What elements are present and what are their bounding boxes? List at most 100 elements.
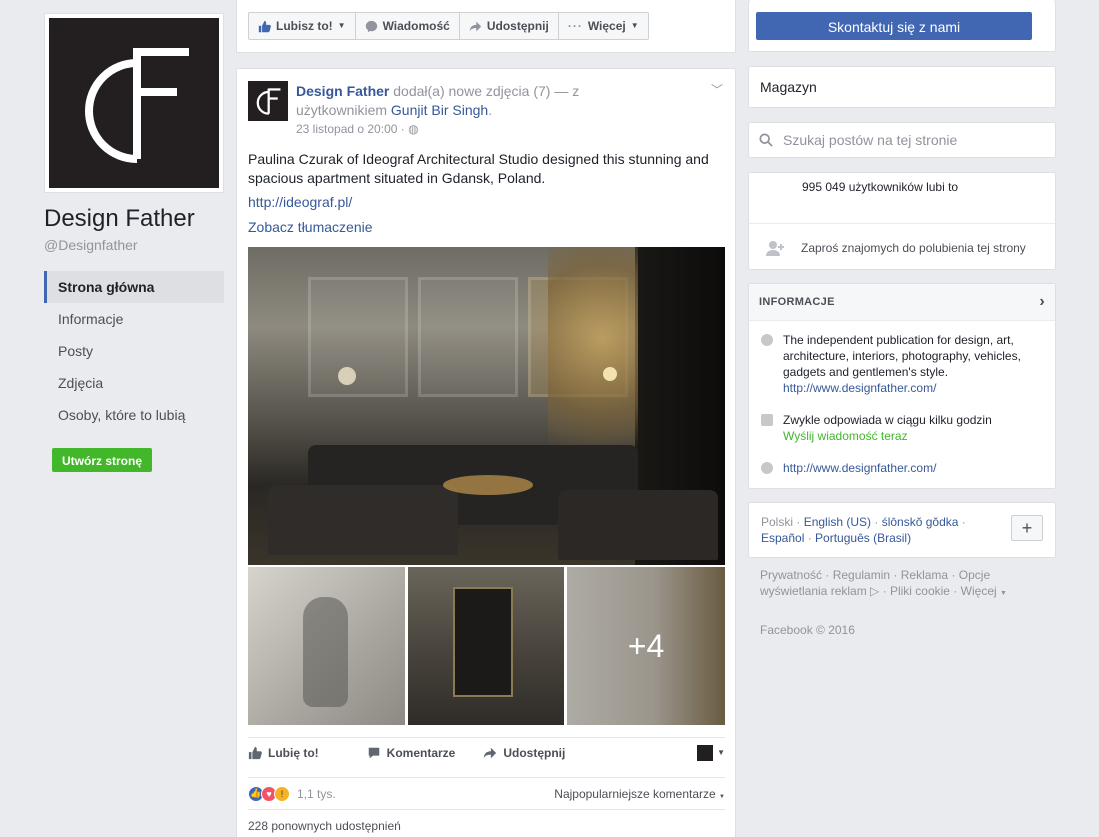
comment-label: Komentarze <box>386 745 456 760</box>
share-arrow-icon <box>469 21 482 31</box>
about-card-title: INFORMACJE <box>759 296 835 308</box>
see-translation-link[interactable]: Zobacz tłumaczenie <box>248 219 373 235</box>
page-action-bar: Lubisz to! ▼ Wiadomość Udostępnij ··· Wi… <box>236 0 736 53</box>
post-as-selector[interactable]: ▼ <box>697 744 725 761</box>
post-photo-2[interactable] <box>248 567 405 725</box>
share-post-button[interactable]: Udostępnij <box>483 746 565 760</box>
description-website-link[interactable]: http://www.designfather.com/ <box>783 380 1033 396</box>
response-time-row: Zwykle odpowiada w ciągu kilku godzin Wy… <box>761 412 992 444</box>
ad-choices-icon: ▷ <box>870 584 880 598</box>
design-father-logo <box>49 18 219 188</box>
contact-us-button[interactable]: Skontaktuj się z nami <box>756 12 1032 40</box>
chevron-down-icon: ▼ <box>719 793 725 800</box>
post-author-link[interactable]: Design Father <box>296 83 389 99</box>
thumbs-up-icon <box>258 20 271 32</box>
language-selector-card: Polski · English (US) · ślōnskŏ gŏdka · … <box>748 502 1056 558</box>
footer-link-terms[interactable]: Regulamin <box>833 568 890 582</box>
like-page-label: Lubisz to! <box>276 19 333 33</box>
post-actions-bar: Lubię to! Komentarze Udostępnij ▼ <box>248 737 725 767</box>
search-input-placeholder: Szukaj postów na tej stronie <box>783 132 958 148</box>
post-card: Design Father dodał(a) nowe zdjęcia (7) … <box>236 68 736 837</box>
language-link-portuguese[interactable]: Português (Brasil) <box>815 531 911 545</box>
footer-link-privacy[interactable]: Prywatność <box>760 568 822 582</box>
more-languages-button[interactable]: + <box>1011 515 1043 541</box>
like-post-button[interactable]: Lubię to! <box>248 746 319 760</box>
message-bubble-icon <box>761 414 773 426</box>
website-link[interactable]: http://www.designfather.com/ <box>783 460 936 476</box>
chevron-down-icon: ▼ <box>717 748 725 757</box>
globe-icon: ◍ <box>408 122 419 136</box>
messenger-icon <box>365 20 377 32</box>
post-photo-3[interactable] <box>408 567 564 725</box>
post-photo-main[interactable] <box>248 247 725 565</box>
about-description-row: The independent publication for design, … <box>761 332 1041 396</box>
invite-friends-label: Zaproś znajomych do polubienia tej stron… <box>801 240 1026 255</box>
post-timestamp[interactable]: 23 listopad o 20:00 · ◍ <box>296 122 419 136</box>
comment-icon <box>368 747 379 758</box>
post-body-text: Paulina Czurak of Ideograf Architectural… <box>248 151 709 186</box>
page-username[interactable]: @Designfather <box>44 237 138 253</box>
chevron-down-icon: ▼ <box>337 21 346 30</box>
add-friend-icon <box>766 240 784 256</box>
thumbs-up-icon <box>248 746 262 759</box>
chevron-down-icon: ▼ <box>630 21 639 30</box>
message-label: Wiadomość <box>382 19 450 33</box>
post-photo-4[interactable]: +4 <box>567 567 725 725</box>
send-message-link[interactable]: Wyślij wiadomość teraz <box>783 428 992 444</box>
comment-sort-label: Najpopularniejsze komentarze <box>554 786 716 801</box>
comment-button[interactable]: Komentarze <box>367 745 456 760</box>
chevron-down-icon: ▼ <box>1000 590 1007 597</box>
footer-link-more[interactable]: Więcej <box>961 584 997 598</box>
ellipsis-icon: ··· <box>567 19 583 33</box>
nav-item-about[interactable]: Informacje <box>44 303 224 335</box>
like-post-label: Lubię to! <box>268 745 319 760</box>
nav-item-posts[interactable]: Posty <box>44 335 224 367</box>
page-title[interactable]: Design Father <box>44 205 195 233</box>
message-button[interactable]: Wiadomość <box>354 12 460 40</box>
like-page-button[interactable]: Lubisz to! ▼ <box>248 12 356 40</box>
comment-sort-dropdown[interactable]: Najpopularniejsze komentarze ▼ <box>554 787 725 801</box>
share-arrow-icon <box>484 747 497 758</box>
page-category[interactable]: Magazyn <box>748 66 1056 108</box>
globe-icon <box>761 462 773 474</box>
reaction-count[interactable]: 1,1 tys. <box>297 787 336 801</box>
nav-item-likes[interactable]: Osoby, które to lubią <box>44 399 224 431</box>
post-external-link[interactable]: http://ideograf.pl/ <box>248 194 352 210</box>
nav-item-photos[interactable]: Zdjęcia <box>44 367 224 399</box>
page-likes-count[interactable]: 995 049 użytkowników lubi to <box>802 180 958 194</box>
footer-link-cookies[interactable]: Pliki cookie <box>890 584 950 598</box>
invite-friends-row[interactable]: Zaproś znajomych do polubienia tej stron… <box>749 223 1055 271</box>
more-button[interactable]: ··· Więcej ▼ <box>557 12 649 40</box>
create-page-button[interactable]: Utwórz stronę <box>52 448 153 472</box>
reactions-summary: 👍 ♥ ! 1,1 tys. Najpopularniejsze komenta… <box>248 777 725 802</box>
wow-reaction-icon[interactable]: ! <box>274 785 290 802</box>
more-photos-overlay[interactable]: +4 <box>567 567 725 725</box>
website-row: http://www.designfather.com/ <box>761 460 936 476</box>
language-link-spanish[interactable]: Español <box>761 531 804 545</box>
nav-item-home[interactable]: Strona główna <box>44 271 224 303</box>
language-link-english[interactable]: English (US) <box>804 515 871 529</box>
about-card-header[interactable]: INFORMACJE › <box>749 284 1055 321</box>
page-post-search[interactable]: Szukaj postów na tej stronie <box>748 122 1056 158</box>
page-profile-picture[interactable] <box>44 13 224 193</box>
about-card: INFORMACJE › The independent publication… <box>748 283 1056 489</box>
page-avatar-icon <box>697 744 714 761</box>
page-navigation: Strona główna Informacje Posty Zdjęcia O… <box>44 271 224 431</box>
chevron-right-icon: › <box>1039 293 1045 310</box>
post-author-avatar[interactable] <box>248 81 288 121</box>
post-date-text: 23 listopad o 20:00 · <box>296 122 405 136</box>
footer-link-advertising[interactable]: Reklama <box>901 568 948 582</box>
info-icon <box>761 334 773 346</box>
community-card: 995 049 użytkowników lubi to Zaproś znaj… <box>748 172 1056 270</box>
language-link-silesian[interactable]: ślōnskŏ gŏdka <box>882 515 959 529</box>
current-language: Polski <box>761 515 794 529</box>
post-header: Design Father dodał(a) nowe zdjęcia (7) … <box>296 83 580 118</box>
share-page-button[interactable]: Udostępnij <box>458 12 559 40</box>
share-page-label: Udostępnij <box>486 19 549 33</box>
post-options-chevron-icon[interactable]: ﹀ <box>711 81 723 98</box>
shares-count[interactable]: 228 ponownych udostępnień <box>248 809 725 833</box>
copyright: Facebook © 2016 <box>760 623 855 637</box>
more-label: Więcej <box>587 19 626 33</box>
page-description: The independent publication for design, … <box>783 333 1021 379</box>
tagged-user-link[interactable]: Gunjit Bir Singh <box>391 102 488 118</box>
